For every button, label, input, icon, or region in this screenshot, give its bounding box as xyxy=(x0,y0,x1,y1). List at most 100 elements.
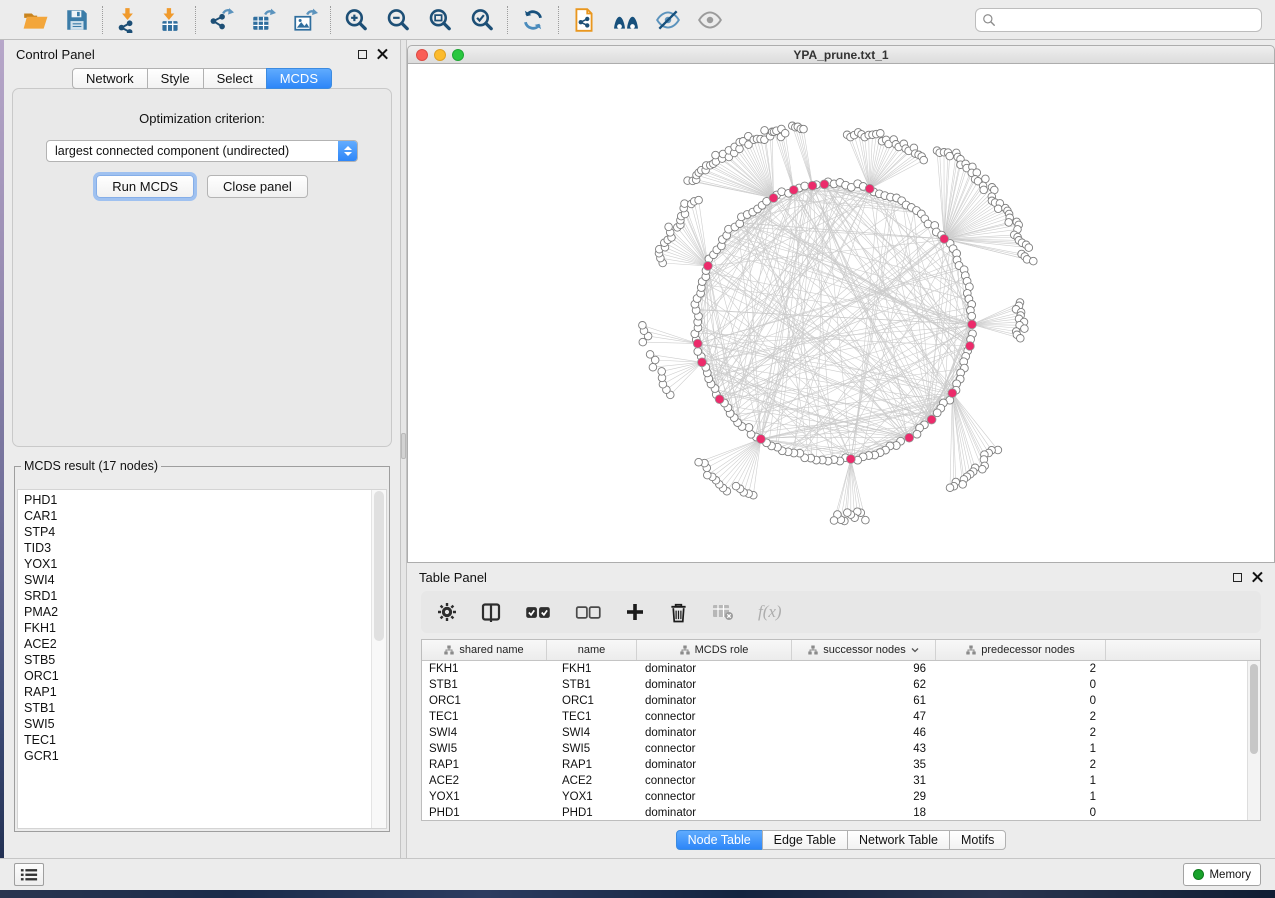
graph-node[interactable] xyxy=(658,368,666,376)
mcds-result-item[interactable]: ACE2 xyxy=(24,636,386,652)
mcds-result-item[interactable]: STB5 xyxy=(24,652,386,668)
graph-node[interactable] xyxy=(1021,325,1029,333)
zoom-fit-button[interactable] xyxy=(426,6,454,34)
graph-node[interactable] xyxy=(830,517,838,525)
table-row[interactable]: ORC1ORC1dominator610 xyxy=(422,693,1260,709)
close-panel-icon[interactable] xyxy=(377,49,388,60)
graph-hub-node[interactable] xyxy=(846,455,855,464)
float-panel-icon[interactable] xyxy=(358,50,367,59)
close-panel-button[interactable]: Close panel xyxy=(207,175,308,198)
graph-node[interactable] xyxy=(1030,257,1038,265)
graph-node[interactable] xyxy=(1017,335,1025,343)
graph-hub-node[interactable] xyxy=(940,235,949,244)
graph-hub-node[interactable] xyxy=(865,184,874,193)
graph-hub-node[interactable] xyxy=(968,320,977,329)
column-header-shared-name[interactable]: shared name xyxy=(422,640,547,660)
table-row[interactable]: FKH1FKH1dominator962 xyxy=(422,661,1260,677)
table-row[interactable]: SWI4SWI4dominator462 xyxy=(422,725,1260,741)
graph-hub-node[interactable] xyxy=(757,435,766,444)
graph-hub-node[interactable] xyxy=(769,194,778,203)
result-list-scrollbar[interactable] xyxy=(371,490,386,828)
tab-motifs[interactable]: Motifs xyxy=(949,830,1006,850)
network-graph[interactable] xyxy=(408,64,1274,563)
graph-hub-node[interactable] xyxy=(808,181,817,190)
tab-mcds[interactable]: MCDS xyxy=(266,68,332,89)
mcds-result-item[interactable]: STB1 xyxy=(24,700,386,716)
graph-node[interactable] xyxy=(639,322,647,330)
mcds-result-item[interactable]: PHD1 xyxy=(24,492,386,508)
table-row[interactable]: RAP1RAP1dominator352 xyxy=(422,757,1260,773)
graph-node[interactable] xyxy=(979,465,987,473)
graph-hub-node[interactable] xyxy=(948,389,957,398)
tab-style[interactable]: Style xyxy=(147,68,204,89)
mcds-result-item[interactable]: PMA2 xyxy=(24,604,386,620)
panel-splitter[interactable] xyxy=(400,40,407,858)
column-header-successor-nodes[interactable]: successor nodes xyxy=(792,640,936,660)
graph-node[interactable] xyxy=(913,430,921,438)
graph-hub-node[interactable] xyxy=(966,342,975,351)
graph-node[interactable] xyxy=(1005,219,1013,227)
graph-node[interactable] xyxy=(980,186,988,194)
show-all-button[interactable] xyxy=(696,6,724,34)
graph-node[interactable] xyxy=(844,509,852,517)
graph-node[interactable] xyxy=(946,484,954,492)
graph-node[interactable] xyxy=(862,516,870,524)
select-all-button[interactable] xyxy=(525,605,551,620)
graph-node[interactable] xyxy=(933,409,941,417)
export-table-button[interactable] xyxy=(249,6,277,34)
graph-hub-node[interactable] xyxy=(905,433,914,442)
table-row[interactable]: TEC1TEC1connector472 xyxy=(422,709,1260,725)
graph-node[interactable] xyxy=(1025,244,1033,252)
column-header-name[interactable]: name xyxy=(547,640,637,660)
graph-hub-node[interactable] xyxy=(704,262,713,271)
run-mcds-button[interactable]: Run MCDS xyxy=(96,175,194,198)
graph-node[interactable] xyxy=(800,125,808,133)
graph-node[interactable] xyxy=(695,196,703,204)
graph-node[interactable] xyxy=(649,363,657,371)
import-network-button[interactable] xyxy=(114,6,142,34)
graph-node[interactable] xyxy=(639,338,647,346)
zoom-in-button[interactable] xyxy=(342,6,370,34)
graph-node[interactable] xyxy=(877,130,885,138)
mcds-result-item[interactable]: SRD1 xyxy=(24,588,386,604)
zoom-out-button[interactable] xyxy=(384,6,412,34)
mcds-result-item[interactable]: TID3 xyxy=(24,540,386,556)
tab-edge-table[interactable]: Edge Table xyxy=(762,830,848,850)
mcds-result-item[interactable]: YOX1 xyxy=(24,556,386,572)
graph-node[interactable] xyxy=(968,312,976,320)
save-session-button[interactable] xyxy=(63,6,91,34)
add-row-button[interactable] xyxy=(625,602,645,622)
open-session-button[interactable] xyxy=(21,6,49,34)
mcds-result-item[interactable]: GCR1 xyxy=(24,748,386,764)
table-row[interactable]: STB1STB1dominator620 xyxy=(422,677,1260,693)
graph-node[interactable] xyxy=(994,205,1002,213)
tab-network[interactable]: Network xyxy=(72,68,148,89)
delete-row-button[interactable] xyxy=(669,602,688,623)
mcds-result-item[interactable]: STP4 xyxy=(24,524,386,540)
mcds-result-item[interactable]: FKH1 xyxy=(24,620,386,636)
mcds-result-item[interactable]: RAP1 xyxy=(24,684,386,700)
graph-hub-node[interactable] xyxy=(698,358,707,367)
search-input[interactable] xyxy=(1000,10,1255,30)
zoom-selected-button[interactable] xyxy=(468,6,496,34)
show-columns-button[interactable] xyxy=(481,602,501,622)
export-image-button[interactable] xyxy=(291,6,319,34)
graph-node[interactable] xyxy=(801,182,809,190)
table-row[interactable]: ACE2ACE2connector311 xyxy=(422,773,1260,789)
table-row[interactable]: PHD1PHD1dominator180 xyxy=(422,805,1260,821)
column-header-mcds-role[interactable]: MCDS role xyxy=(637,640,792,660)
graph-node[interactable] xyxy=(704,471,712,479)
graph-hub-node[interactable] xyxy=(693,339,702,348)
show-log-button[interactable] xyxy=(14,863,44,886)
scrollbar-thumb[interactable] xyxy=(1250,664,1258,754)
mcds-result-item[interactable]: SWI5 xyxy=(24,716,386,732)
export-document-button[interactable] xyxy=(570,6,598,34)
network-window-titlebar[interactable]: YPA_prune.txt_1 xyxy=(407,45,1275,64)
optimization-criterion-select[interactable]: largest connected component (undirected) xyxy=(46,140,358,162)
graph-node[interactable] xyxy=(761,127,769,135)
mcds-result-item[interactable]: ORC1 xyxy=(24,668,386,684)
mcds-result-item[interactable]: CAR1 xyxy=(24,508,386,524)
graph-node[interactable] xyxy=(646,351,654,359)
import-table-button[interactable] xyxy=(156,6,184,34)
mcds-result-item[interactable]: SWI4 xyxy=(24,572,386,588)
